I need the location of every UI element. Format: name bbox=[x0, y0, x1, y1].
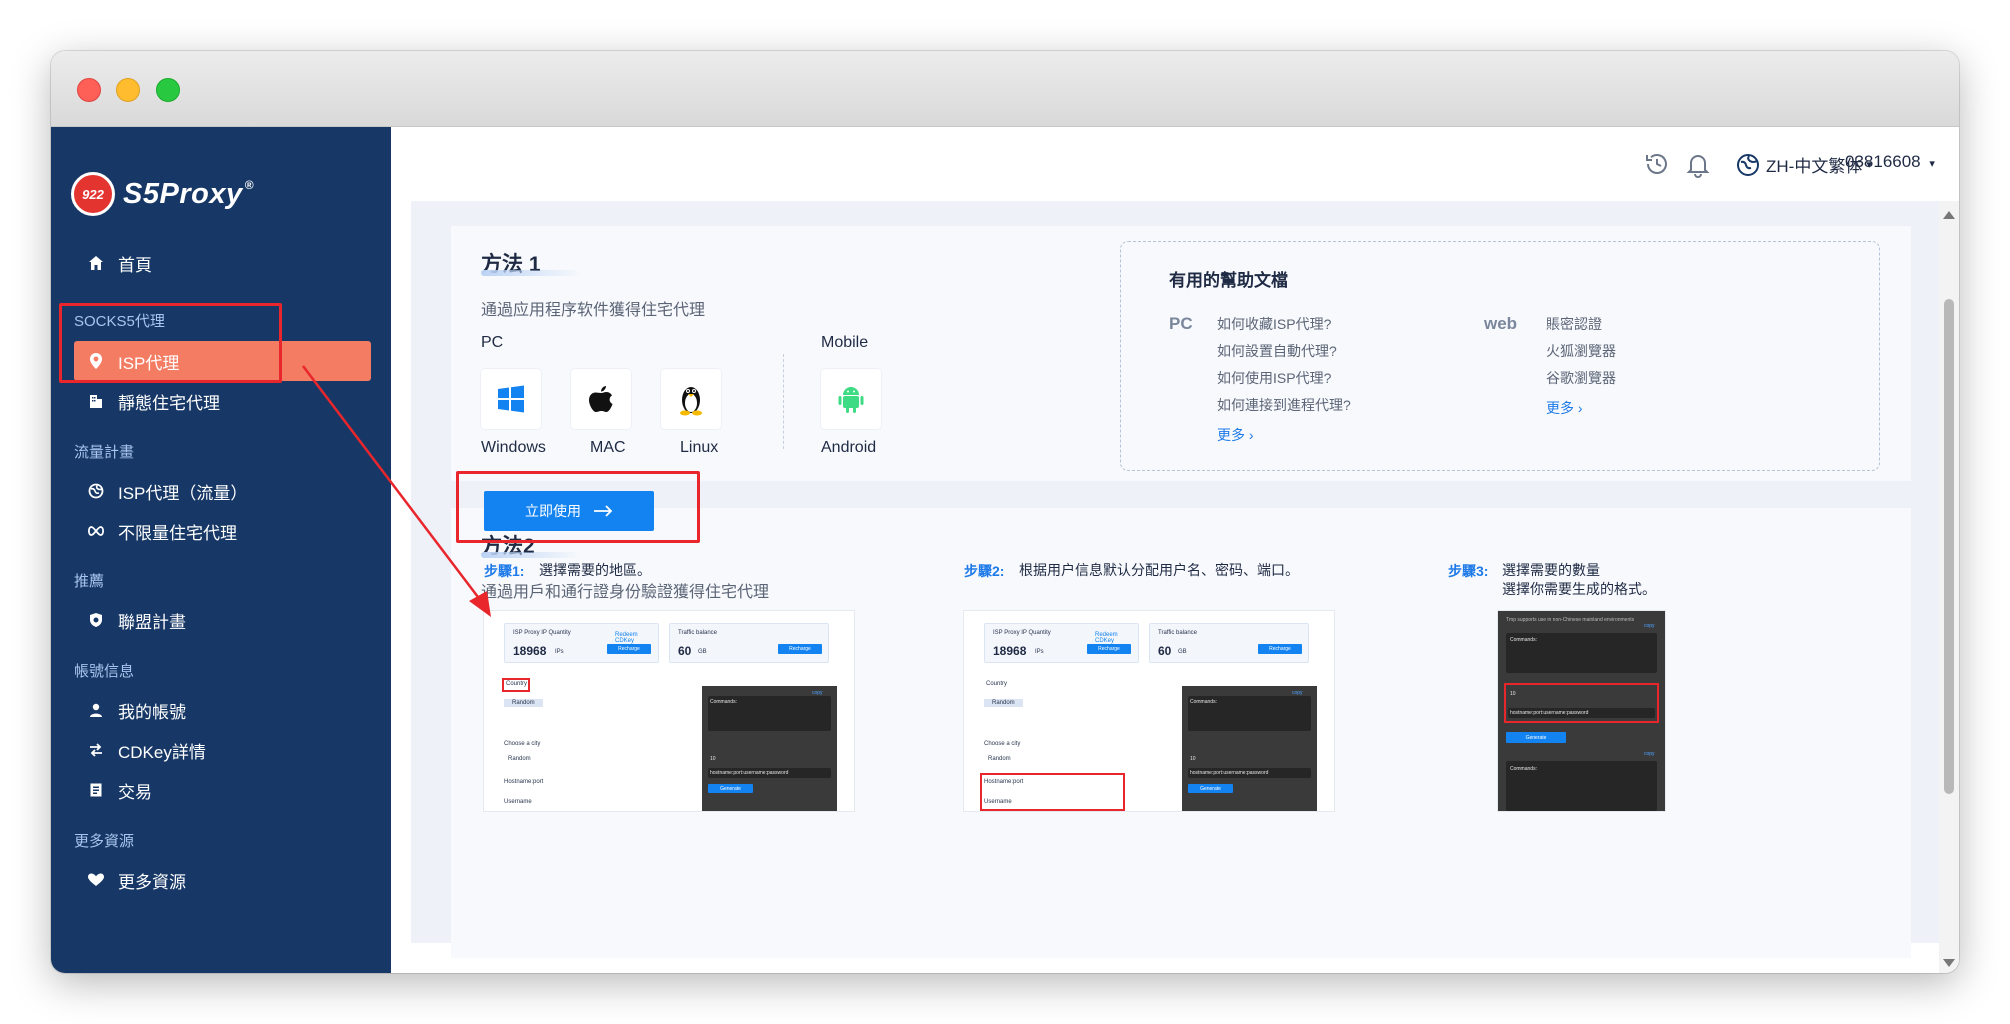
annotation-arrow-icon bbox=[302, 365, 491, 617]
app-window: 922 S5Proxy ® 首頁 SOCKS5代理 ISP代理 靜態住宅代理 流量… bbox=[51, 51, 1959, 973]
screenshot-stage: 922 S5Proxy ® 首頁 SOCKS5代理 ISP代理 靜態住宅代理 流量… bbox=[0, 0, 2010, 1024]
